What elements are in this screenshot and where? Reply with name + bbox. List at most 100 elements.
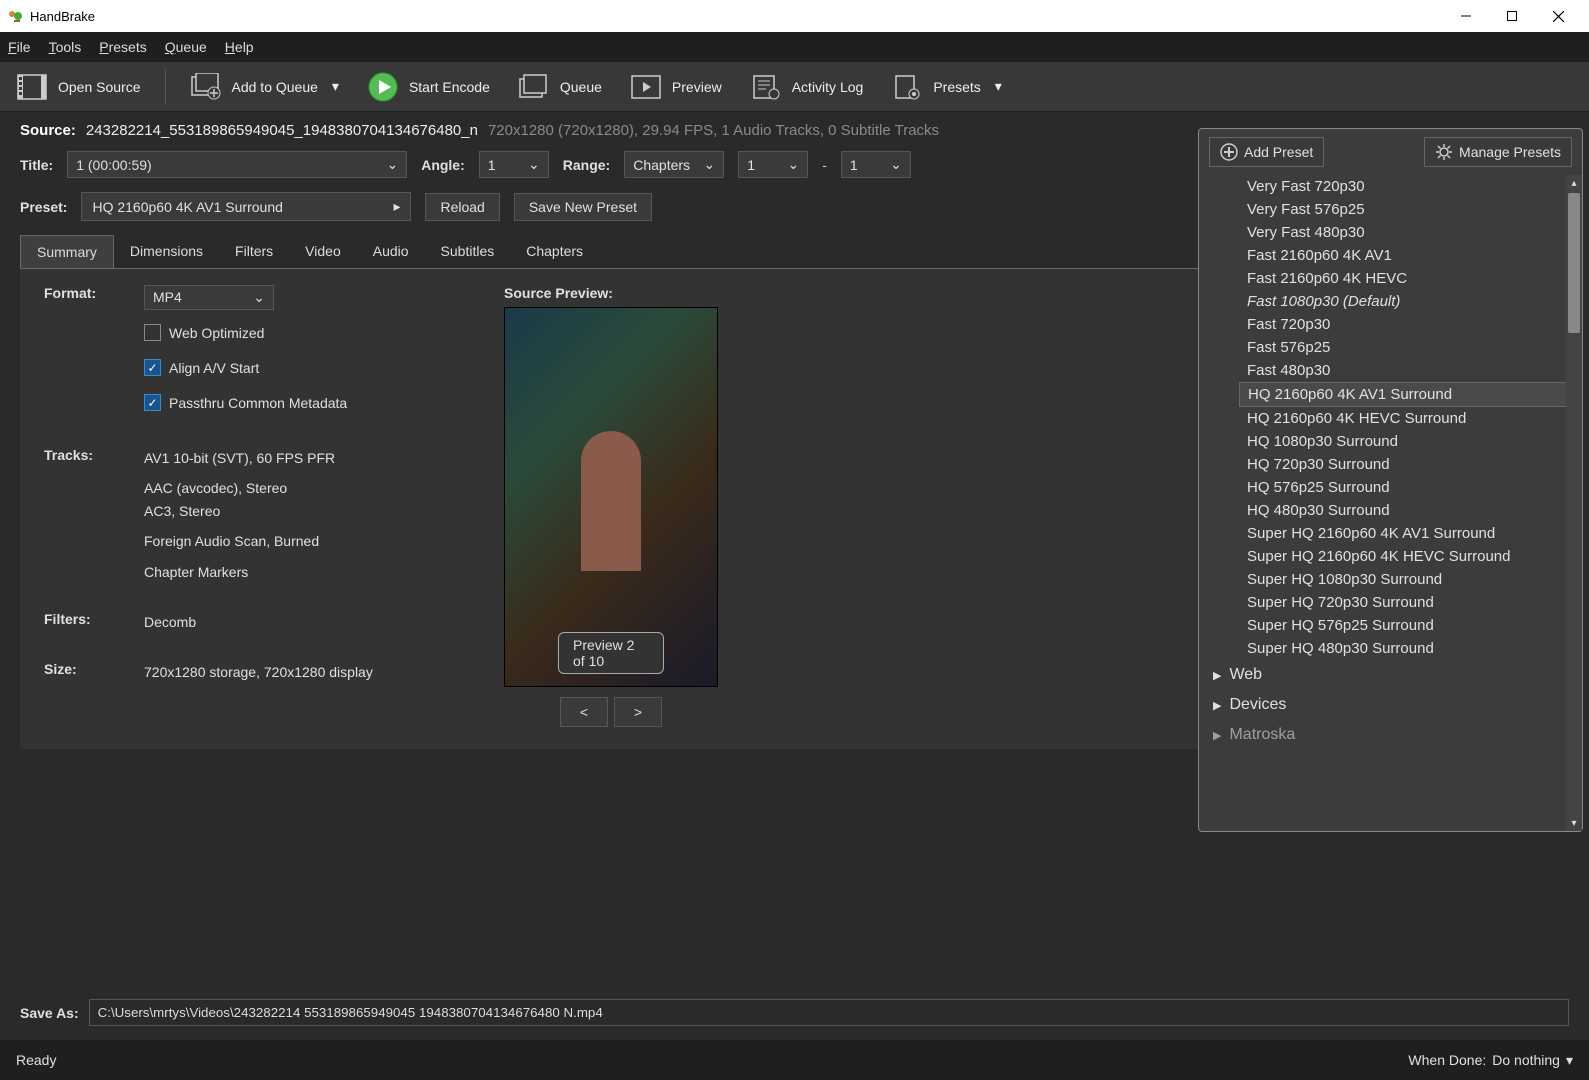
preset-item[interactable]: Super HQ 576p25 Surround	[1239, 614, 1576, 637]
preset-item[interactable]: HQ 720p30 Surround	[1239, 453, 1576, 476]
preset-item[interactable]: Fast 2160p60 4K HEVC	[1239, 267, 1576, 290]
preset-item[interactable]: Super HQ 480p30 Surround	[1239, 637, 1576, 660]
format-label: Format:	[44, 285, 124, 301]
preview-prev-button[interactable]: <	[560, 697, 608, 727]
when-done-label: When Done:	[1408, 1052, 1486, 1068]
menu-queue[interactable]: Queue	[165, 39, 207, 55]
statusbar: Ready When Done: Do nothing ▾	[0, 1040, 1589, 1080]
passthru-checkbox[interactable]	[144, 394, 161, 411]
preset-item[interactable]: Very Fast 576p25	[1239, 198, 1576, 221]
preset-item[interactable]: HQ 576p25 Surround	[1239, 476, 1576, 499]
queue-icon	[518, 71, 550, 103]
filters-label: Filters:	[44, 611, 124, 627]
log-icon	[750, 71, 782, 103]
align-av-checkbox[interactable]	[144, 359, 161, 376]
preset-item[interactable]: Super HQ 720p30 Surround	[1239, 591, 1576, 614]
preset-list-scroll[interactable]: Very Fast 720p30Very Fast 576p25Very Fas…	[1199, 175, 1582, 831]
open-source-button[interactable]: Open Source	[8, 67, 149, 107]
preview-next-button[interactable]: >	[614, 697, 662, 727]
preset-item[interactable]: Super HQ 2160p60 4K HEVC Surround	[1239, 545, 1576, 568]
open-source-label: Open Source	[58, 79, 141, 95]
menu-presets[interactable]: Presets	[99, 39, 146, 55]
menu-tools[interactable]: Tools	[49, 39, 82, 55]
tracks-label: Tracks:	[44, 447, 124, 463]
align-av-row[interactable]: Align A/V Start	[144, 359, 444, 376]
preview-icon	[630, 71, 662, 103]
preset-item[interactable]: HQ 1080p30 Surround	[1239, 430, 1576, 453]
preset-item[interactable]: Super HQ 1080p30 Surround	[1239, 568, 1576, 591]
preset-item[interactable]: Fast 576p25	[1239, 336, 1576, 359]
tab-subtitles[interactable]: Subtitles	[425, 235, 511, 268]
angle-select[interactable]: 1 ⌄	[479, 151, 549, 178]
filters-value: Decomb	[144, 611, 444, 633]
start-encode-button[interactable]: Start Encode	[359, 67, 498, 107]
tab-filters[interactable]: Filters	[219, 235, 289, 268]
preset-item[interactable]: Fast 480p30	[1239, 359, 1576, 382]
activity-log-button[interactable]: Activity Log	[742, 67, 872, 107]
reload-button[interactable]: Reload	[425, 193, 499, 221]
preset-panel: Add Preset Manage Presets Very Fast 720p…	[1198, 128, 1583, 832]
preset-item[interactable]: Super HQ 2160p60 4K AV1 Surround	[1239, 522, 1576, 545]
preview-button[interactable]: Preview	[622, 67, 730, 107]
tab-audio[interactable]: Audio	[357, 235, 425, 268]
preset-category-devices[interactable]: ▶Devices	[1199, 690, 1582, 720]
title-label: Title:	[20, 157, 53, 173]
preset-select[interactable]: HQ 2160p60 4K AV1 Surround ▸	[81, 192, 411, 221]
preset-label: Preset:	[20, 199, 67, 215]
preset-item[interactable]: HQ 480p30 Surround	[1239, 499, 1576, 522]
tab-chapters[interactable]: Chapters	[510, 235, 599, 268]
source-file: 243282214_553189865949045_19483807041346…	[86, 122, 478, 139]
when-done-dropdown[interactable]: When Done: Do nothing ▾	[1408, 1052, 1573, 1069]
menu-file[interactable]: File	[8, 39, 31, 55]
minimize-button[interactable]	[1443, 0, 1489, 32]
tab-video[interactable]: Video	[289, 235, 357, 268]
menu-help[interactable]: Help	[225, 39, 254, 55]
scrollbar-thumb[interactable]	[1568, 193, 1580, 333]
preset-item[interactable]: Very Fast 480p30	[1239, 221, 1576, 244]
web-optimized-row[interactable]: Web Optimized	[144, 324, 444, 341]
preview-nav: < >	[504, 697, 718, 727]
scrollbar[interactable]: ▴ ▾	[1566, 175, 1582, 831]
save-new-preset-button[interactable]: Save New Preset	[514, 193, 652, 221]
preset-item[interactable]: HQ 2160p60 4K HEVC Surround	[1239, 407, 1576, 430]
size-value: 720x1280 storage, 720x1280 display	[144, 661, 444, 683]
titlebar: HandBrake	[0, 0, 1589, 32]
chevron-down-icon: ⌄	[787, 156, 799, 173]
add-to-queue-button[interactable]: Add to Queue ▾	[182, 67, 347, 107]
close-button[interactable]	[1535, 0, 1581, 32]
presets-button[interactable]: Presets ▾	[883, 67, 1010, 107]
preview-image: Preview 2 of 10	[504, 307, 718, 687]
scrollbar-down-icon[interactable]: ▾	[1566, 815, 1582, 831]
source-label: Source:	[20, 122, 76, 139]
range-to-select[interactable]: 1 ⌄	[841, 151, 911, 178]
preset-item[interactable]: Fast 1080p30 (Default)	[1239, 290, 1576, 313]
queue-button[interactable]: Queue	[510, 67, 610, 107]
range-label: Range:	[563, 157, 610, 173]
preset-category-web[interactable]: ▶Web	[1199, 660, 1582, 690]
range-type-value: Chapters	[633, 157, 690, 173]
preset-item[interactable]: Very Fast 720p30	[1239, 175, 1576, 198]
range-to-value: 1	[850, 157, 858, 173]
format-select[interactable]: MP4 ⌄	[144, 285, 274, 310]
passthru-row[interactable]: Passthru Common Metadata	[144, 394, 444, 411]
maximize-button[interactable]	[1489, 0, 1535, 32]
presets-label: Presets	[933, 79, 980, 95]
add-preset-button[interactable]: Add Preset	[1209, 137, 1324, 167]
tab-dimensions[interactable]: Dimensions	[114, 235, 219, 268]
scrollbar-up-icon[interactable]: ▴	[1566, 175, 1582, 191]
triangle-right-icon: ▸	[393, 198, 400, 215]
preset-item[interactable]: Fast 720p30	[1239, 313, 1576, 336]
source-meta: 720x1280 (720x1280), 29.94 FPS, 1 Audio …	[488, 122, 939, 139]
range-type-select[interactable]: Chapters ⌄	[624, 151, 724, 178]
save-as-input[interactable]	[89, 999, 1569, 1026]
title-select[interactable]: 1 (00:00:59) ⌄	[67, 151, 407, 178]
tab-summary[interactable]: Summary	[20, 235, 114, 268]
save-as-row: Save As:	[0, 989, 1589, 1036]
chevron-down-icon: ⌄	[253, 289, 265, 306]
preset-category-matroska[interactable]: ▶Matroska	[1199, 720, 1582, 750]
manage-presets-button[interactable]: Manage Presets	[1424, 137, 1572, 167]
preset-item[interactable]: Fast 2160p60 4K AV1	[1239, 244, 1576, 267]
range-from-select[interactable]: 1 ⌄	[738, 151, 808, 178]
web-optimized-checkbox[interactable]	[144, 324, 161, 341]
preset-item[interactable]: HQ 2160p60 4K AV1 Surround	[1239, 382, 1576, 407]
